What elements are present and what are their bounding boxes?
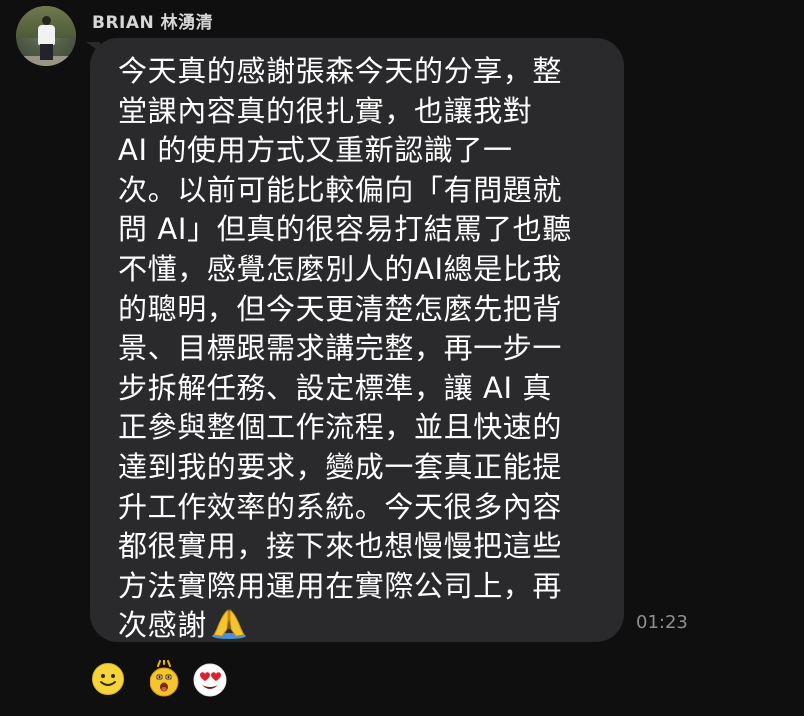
- avatar-person-legs: [40, 44, 53, 60]
- message-line: 景、目標跟需求講完整，再一步一: [118, 331, 563, 366]
- message-line: AI 的使用方式又重新認識了一: [118, 133, 513, 168]
- message-line-text: 次感謝: [118, 608, 207, 643]
- message-line: 今天真的感謝張森今天的分享，整: [118, 54, 563, 88]
- reaction-list[interactable]: [150, 660, 230, 700]
- message-line: 的聰明，但今天更清楚怎麼先把背: [118, 291, 563, 326]
- message-line: 不懂，感覺怎麼別人的AI總是比我: [118, 251, 562, 286]
- message-line: 升工作效率的系統。今天很多內容: [118, 489, 563, 524]
- message-line: 達到我的要求，變成一套真正能提: [118, 449, 563, 484]
- message-line: 方法實際用運用在實際公司上，再: [118, 568, 563, 603]
- sender-name[interactable]: BRIAN 林湧清: [92, 8, 213, 33]
- message-bubble[interactable]: 今天真的感謝張森今天的分享，整 堂課內容真的很扎實，也讓我對 AI 的使用方式又…: [90, 38, 624, 642]
- message-line: 都很實用，接下來也想慢慢把這些: [118, 529, 563, 564]
- message-line: 次。以前可能比較偏向「有問題就: [118, 172, 563, 207]
- message-line: 步拆解任務、設定標準，讓 AI 真: [118, 370, 553, 405]
- shocked-face-icon[interactable]: [150, 660, 179, 697]
- avatar[interactable]: [16, 6, 76, 66]
- avatar-person-body: [38, 25, 55, 45]
- message-line: 問 AI」但真的很容易打結罵了也聽: [118, 212, 572, 247]
- message-line: 堂課內容真的很扎實，也讓我對: [118, 93, 533, 128]
- chat-view: BRIAN 林湧清 今天真的感謝張森今天的分享，整 堂課內容真的很扎實，也讓我對…: [0, 0, 804, 716]
- message-timestamp: 01:23: [636, 612, 688, 633]
- message-line: 正參與整個工作流程，並且快速的: [118, 410, 563, 445]
- message-line-last: 次感謝: [118, 606, 598, 646]
- heart-eyes-icon[interactable]: [193, 663, 227, 697]
- smiley-add-reaction-icon[interactable]: [91, 662, 125, 696]
- folded-hands-icon: [211, 609, 246, 640]
- avatar-person-head: [42, 16, 51, 25]
